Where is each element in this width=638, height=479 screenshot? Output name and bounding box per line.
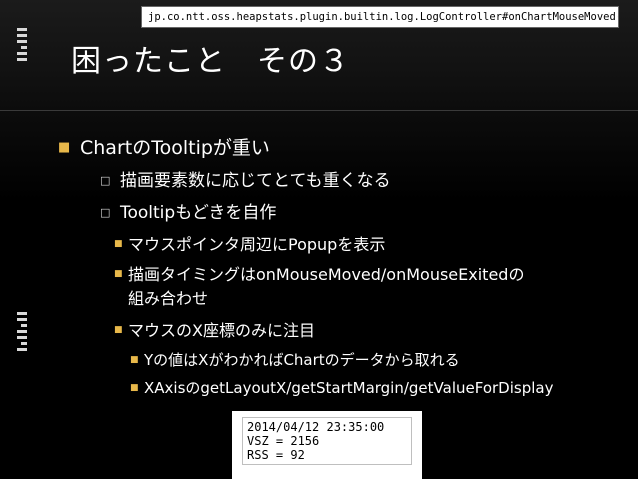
bullet-text: Yの値はXがわかればChartのデータから取れる: [144, 351, 460, 369]
small-square-bullet-icon: ■: [114, 239, 123, 249]
bullet-text: Tooltipもどきを自作: [120, 203, 277, 223]
decorative-bars-top: [17, 28, 27, 64]
bullet-level4: ■ Yの値はXがわかればChartのデータから取れる: [130, 350, 460, 370]
bullet-text: 描画タイミングはonMouseMoved/onMouseExitedの: [128, 265, 525, 284]
hollow-square-bullet-icon: □: [100, 206, 111, 219]
bullet-level2: □ 描画要素数に応じてとても重くなる: [100, 170, 391, 192]
small-square-bullet-icon: ■: [130, 355, 139, 365]
bullet-text: XAxisのgetLayoutX/getStartMargin/getValue…: [144, 379, 554, 397]
small-square-bullet-icon: ■: [114, 325, 123, 335]
tooltip-timestamp: 2014/04/12 23:35:00: [247, 420, 385, 434]
small-square-bullet-icon: ■: [114, 269, 123, 279]
bullet-level2: □ Tooltipもどきを自作: [100, 202, 276, 224]
decorative-bars-bottom: [17, 312, 27, 354]
bullet-text: 組み合わせ: [128, 289, 209, 308]
bullet-level3: ■ 描画タイミングはonMouseMoved/onMouseExitedの: [114, 264, 524, 285]
small-square-bullet-icon: ■: [130, 383, 139, 393]
tooltip-sample-image: 2014/04/12 23:35:00 VSZ = 2156 RSS = 92: [232, 411, 422, 479]
title-divider: [0, 110, 638, 111]
tooltip-box: 2014/04/12 23:35:00 VSZ = 2156 RSS = 92: [242, 417, 412, 465]
bullet-level1: ■ ChartのTooltipが重い: [58, 136, 270, 160]
code-callout: jp.co.ntt.oss.heapstats.plugin.builtin.l…: [141, 6, 619, 28]
hollow-square-bullet-icon: □: [100, 174, 111, 187]
bullet-text: ChartのTooltipが重い: [80, 137, 270, 159]
bullet-text: マウスポインタ周辺にPopupを表示: [128, 235, 386, 254]
tooltip-rss: RSS = 92: [247, 448, 305, 462]
tooltip-vsz: VSZ = 2156: [247, 434, 320, 448]
bullet-text: 描画要素数に応じてとても重くなる: [120, 171, 391, 191]
bullet-level3: ■ マウスのX座標のみに注目: [114, 320, 315, 341]
slide-title: 困ったこと その３: [71, 44, 350, 79]
bullet-level3: ■ マウスポインタ周辺にPopupを表示: [114, 234, 385, 255]
bullet-level3-continuation: 組み合わせ: [114, 288, 208, 309]
bullet-text: マウスのX座標のみに注目: [128, 321, 315, 340]
bullet-level4: ■ XAxisのgetLayoutX/getStartMargin/getVal…: [130, 378, 553, 398]
square-bullet-icon: ■: [58, 140, 71, 155]
